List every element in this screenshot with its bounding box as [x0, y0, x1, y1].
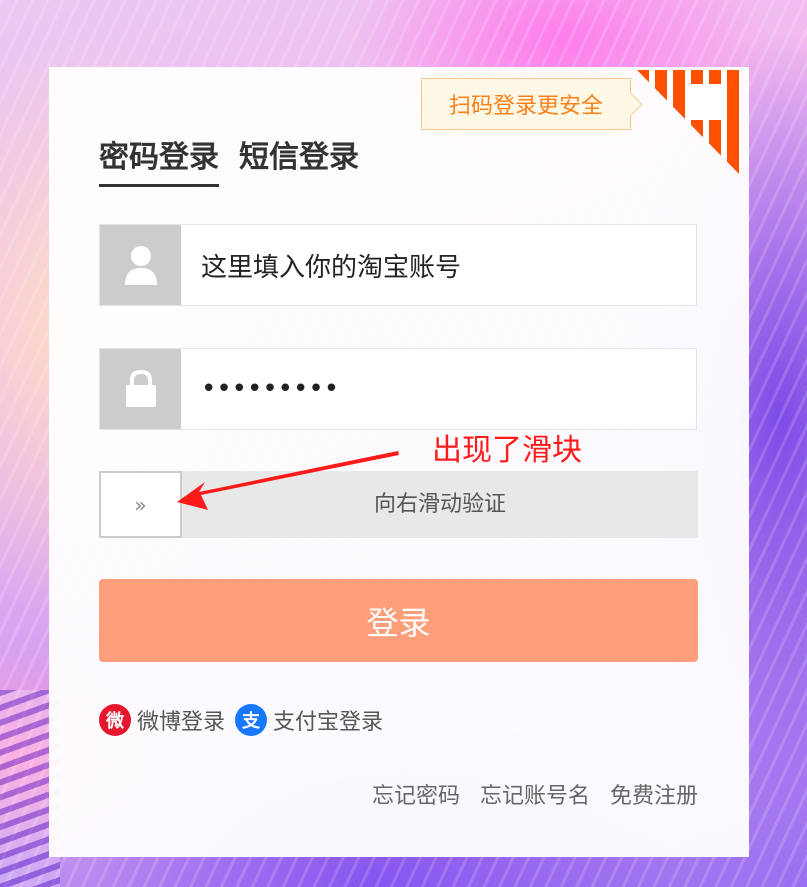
weibo-login-label: 微博登录	[137, 710, 226, 735]
annotation-arrow-icon	[177, 451, 399, 510]
alipay-icon: 支	[235, 704, 268, 736]
register-link[interactable]: 免费注册	[610, 778, 698, 810]
other-login-options: 微 微博登录 支 支付宝登录	[99, 704, 383, 736]
login-button[interactable]: 登录	[99, 579, 698, 662]
alipay-login-label: 支付宝登录	[273, 710, 384, 735]
forgot-account-link[interactable]: 忘记账号名	[480, 778, 590, 810]
weibo-icon: 微	[99, 704, 131, 736]
annotation-text: 出现了滑块	[432, 433, 582, 468]
bottom-links: 忘记密码 忘记账号名 免费注册	[372, 778, 698, 810]
forgot-password-link[interactable]: 忘记密码	[372, 778, 460, 810]
weibo-login-link[interactable]: 微 微博登录	[99, 704, 225, 736]
alipay-login-link[interactable]: 支 支付宝登录	[235, 704, 383, 736]
